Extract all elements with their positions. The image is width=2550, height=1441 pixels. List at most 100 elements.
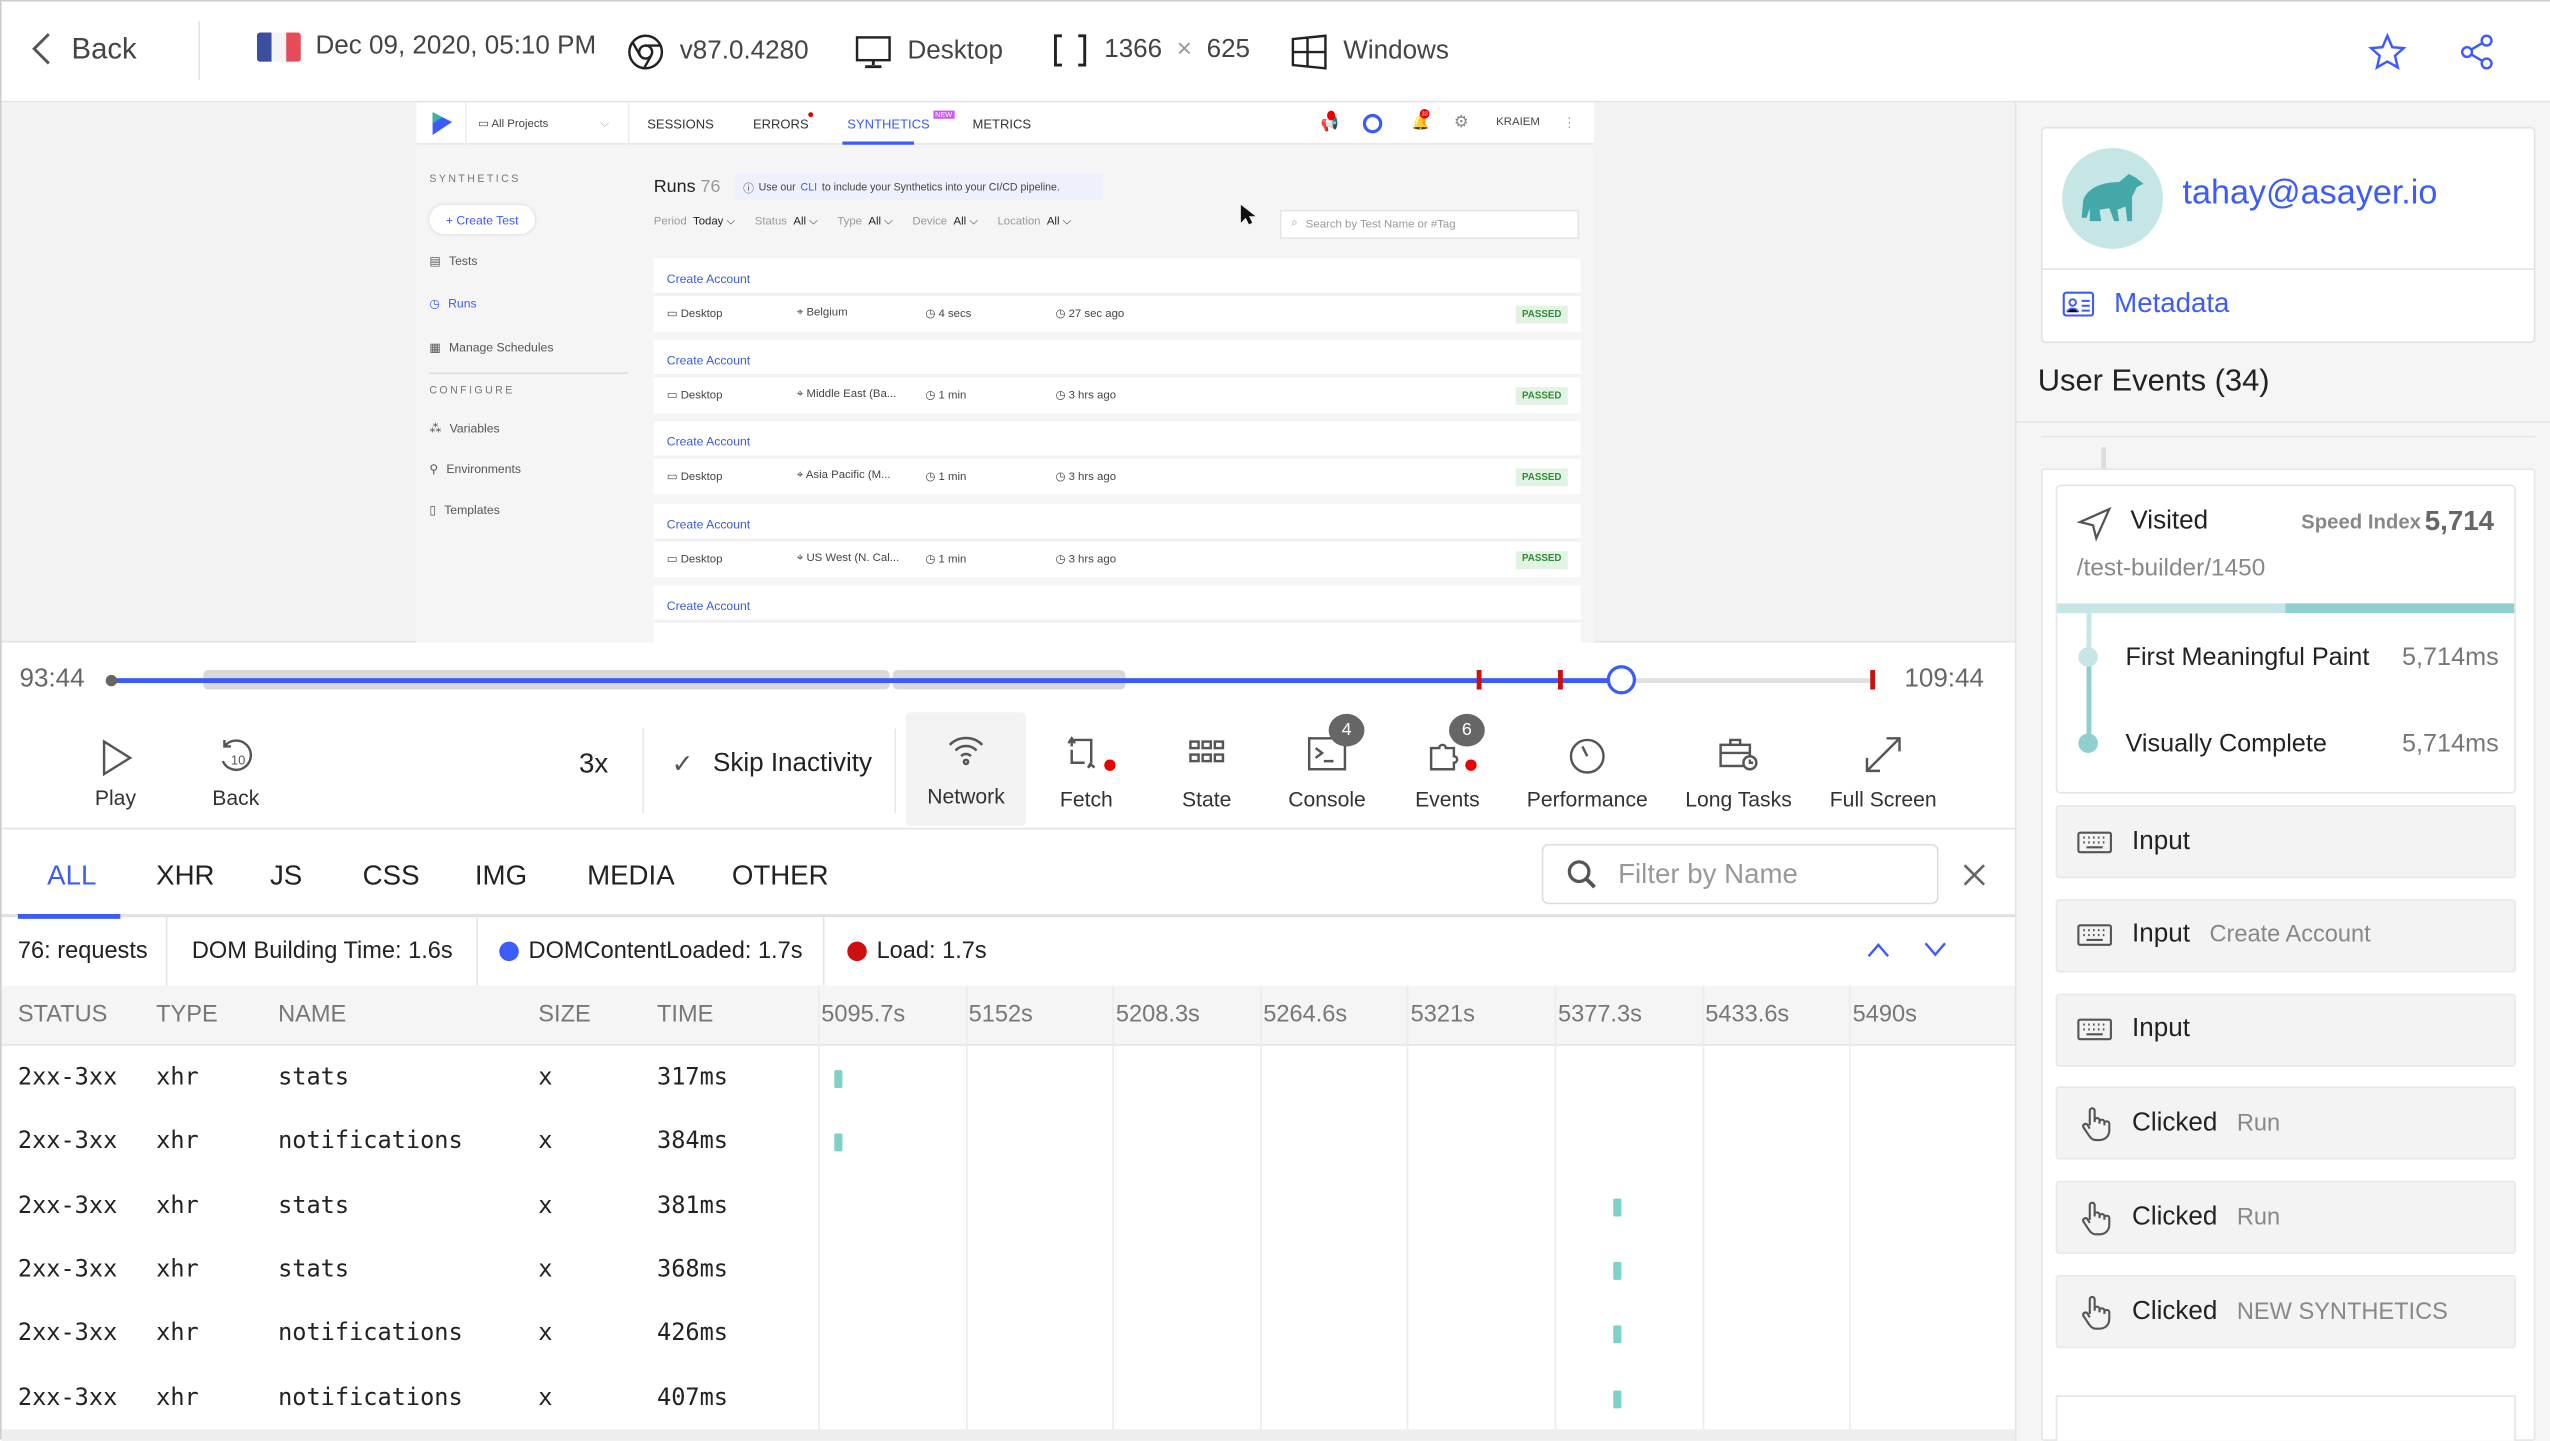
tool-network[interactable]: Network xyxy=(905,712,1027,827)
sidebar-item-tests[interactable]: ▤ Tests xyxy=(429,254,477,269)
runs-filter[interactable]: Location All ⌵ xyxy=(997,216,1071,229)
tool-long-tasks[interactable]: Long Tasks xyxy=(1678,716,1798,830)
timeline-scrubber[interactable] xyxy=(105,665,1876,695)
error-marker[interactable] xyxy=(1870,670,1876,690)
run-name[interactable]: Create Account xyxy=(667,272,750,287)
runs-filter[interactable]: Status All ⌵ xyxy=(755,216,818,229)
error-marker[interactable] xyxy=(1476,670,1481,690)
table-row[interactable]: 2xx-3xx xhr notifications x 426ms xyxy=(2,1301,2015,1365)
horizontal-scrollbar[interactable] xyxy=(1,1429,2015,1441)
status-cell: 2xx-3xx xyxy=(17,1065,118,1092)
column-header-name[interactable]: NAME xyxy=(278,1002,346,1028)
table-row[interactable]: 2xx-3xx xhr stats x 381ms xyxy=(2,1174,2015,1238)
tool-performance[interactable]: Performance xyxy=(1527,716,1648,830)
share-icon[interactable] xyxy=(2457,33,2496,72)
svg-text:10: 10 xyxy=(231,752,245,767)
tab-css[interactable]: CSS xyxy=(363,860,420,893)
more-icon[interactable]: ⋮ xyxy=(1563,115,1576,130)
run-card[interactable]: Create Account ▭ Desktop ⌖ Middle East (B… xyxy=(653,340,1581,414)
count-badge: 4 xyxy=(1328,713,1365,747)
run-name[interactable]: Create Account xyxy=(667,516,750,531)
embedded-tab-metrics[interactable]: METRICS xyxy=(973,117,1032,132)
tool-console[interactable]: 4 Console xyxy=(1267,713,1387,830)
run-card[interactable]: Create Account ▭ Desktop ⌖ Belgium ◷ 4 se… xyxy=(653,258,1581,332)
tab-xhr[interactable]: XHR xyxy=(156,860,214,893)
run-name[interactable]: Create Account xyxy=(667,598,750,613)
project-select[interactable]: ▭ All Projects ⌵ xyxy=(478,117,609,132)
chevron-up-icon[interactable] xyxy=(1865,940,1891,960)
settings-icon[interactable]: ⚙ xyxy=(1454,114,1469,132)
run-name[interactable]: Create Account xyxy=(667,353,750,368)
table-row[interactable]: 2xx-3xx xhr stats x 368ms xyxy=(2,1237,2015,1301)
column-header-size[interactable]: SIZE xyxy=(538,1002,590,1028)
error-marker[interactable] xyxy=(1558,670,1564,690)
user-email[interactable]: tahay@asayer.io xyxy=(2182,174,2437,213)
back-10-button[interactable]: 10 Back xyxy=(197,716,275,830)
tool-state[interactable]: State xyxy=(1147,716,1267,830)
embedded-tab-errors[interactable]: ERRORS xyxy=(753,117,809,132)
event-input[interactable]: Input xyxy=(2055,805,2516,879)
table-row[interactable]: 2xx-3xx xhr notifications x 384ms xyxy=(2,1110,2015,1174)
sidebar-item-environments[interactable]: ⚲ Environments xyxy=(429,462,521,477)
pointer-hand-icon xyxy=(2082,1107,2111,1141)
create-test-button[interactable]: + Create Test xyxy=(429,204,536,235)
tab-all[interactable]: ALL xyxy=(47,860,96,893)
event-clicked[interactable]: Clicked Run xyxy=(2055,1180,2516,1255)
load-time: Load: 1.7s xyxy=(831,917,1003,985)
metadata-button[interactable]: Metadata xyxy=(2062,288,2229,321)
event-clicked[interactable]: Clicked NEW SYNTHETICS xyxy=(2055,1275,2516,1349)
requests-count: 76: requests xyxy=(2,917,168,986)
runs-filter[interactable]: Device All ⌵ xyxy=(912,216,978,229)
sidebar-item-variables[interactable]: ⁂ Variables xyxy=(429,421,499,436)
type-cell: xhr xyxy=(156,1065,199,1092)
column-header-type[interactable]: TYPE xyxy=(156,1002,218,1028)
sidebar-item-templates[interactable]: ▯ Templates xyxy=(429,503,499,518)
table-row[interactable]: 2xx-3xx xhr notifications x 407ms xyxy=(2,1365,2015,1429)
speed-button[interactable]: 3x xyxy=(579,748,608,781)
tab-img[interactable]: IMG xyxy=(475,860,527,893)
tab-media[interactable]: MEDIA xyxy=(587,860,675,893)
table-row[interactable]: 2xx-3xx xhr stats x 317ms xyxy=(2,1046,2015,1110)
run-card[interactable]: Create Account ▭ Desktop ⌖ Asia Pacific (… xyxy=(653,421,1581,496)
cli-link[interactable]: CLI xyxy=(801,181,817,192)
column-header-time[interactable]: TIME xyxy=(657,1002,713,1028)
type-cell: xhr xyxy=(156,1384,199,1411)
tool-fetch[interactable]: Fetch xyxy=(1026,716,1146,830)
status-badge: PASSED xyxy=(1515,550,1568,569)
runs-filter[interactable]: Period Today ⌵ xyxy=(654,216,735,229)
runs-filter[interactable]: Type All ⌵ xyxy=(837,216,892,229)
tool-full-screen[interactable]: Full Screen xyxy=(1823,716,1943,830)
filter-input[interactable]: Filter by Name xyxy=(1541,844,1939,905)
play-button[interactable]: Play xyxy=(76,716,154,830)
column-header-status[interactable]: STATUS xyxy=(18,1002,108,1028)
run-name[interactable]: Create Account xyxy=(667,435,750,450)
timeline-handle[interactable] xyxy=(1607,665,1637,695)
visited-event[interactable]: Visited Speed Index 5,714 /test-builder/… xyxy=(2055,484,2516,794)
embedded-tab-synthetics[interactable]: SYNTHETICS xyxy=(847,117,929,132)
event-input[interactable]: Input xyxy=(2055,992,2516,1067)
embedded-tab-sessions[interactable]: SESSIONS xyxy=(647,117,714,132)
close-icon[interactable] xyxy=(1961,862,1987,888)
tab-js[interactable]: JS xyxy=(270,860,302,893)
network-summary: 76: requests DOM Building Time: 1.6s DOM… xyxy=(2,917,2015,986)
tab-other[interactable]: OTHER xyxy=(732,860,829,893)
run-device: ▭ Desktop xyxy=(666,390,723,402)
event-clicked[interactable]: Clicked Run xyxy=(2055,1086,2516,1161)
run-card[interactable]: Create Account xyxy=(653,585,1581,643)
current-time: 93:44 xyxy=(19,665,85,693)
grid-icon xyxy=(1189,740,1225,763)
embedded-user[interactable]: KRAIEM xyxy=(1496,117,1540,128)
run-card[interactable]: Create Account ▭ Desktop ⌖ US West (N. Ca… xyxy=(653,503,1581,577)
tool-events[interactable]: 6 Events xyxy=(1387,713,1507,830)
event-input[interactable]: Input Create Account xyxy=(2055,899,2516,973)
waterfall-bar xyxy=(1613,1197,1623,1216)
star-icon[interactable] xyxy=(2368,32,2407,72)
sidebar-item-runs[interactable]: ◷ Runs xyxy=(429,296,476,311)
skip-inactivity-toggle[interactable]: ✓ Skip Inactivity xyxy=(672,748,872,781)
time-cell: 381ms xyxy=(657,1193,729,1220)
chevron-down-icon[interactable] xyxy=(1922,940,1948,960)
os: Windows xyxy=(1343,37,1449,66)
sidebar-item-schedules[interactable]: ▦ Manage Schedules xyxy=(429,340,553,355)
back-button[interactable]: Back xyxy=(28,31,137,67)
runs-search-input[interactable]: ⌕ Search by Test Name or #Tag xyxy=(1279,209,1580,240)
